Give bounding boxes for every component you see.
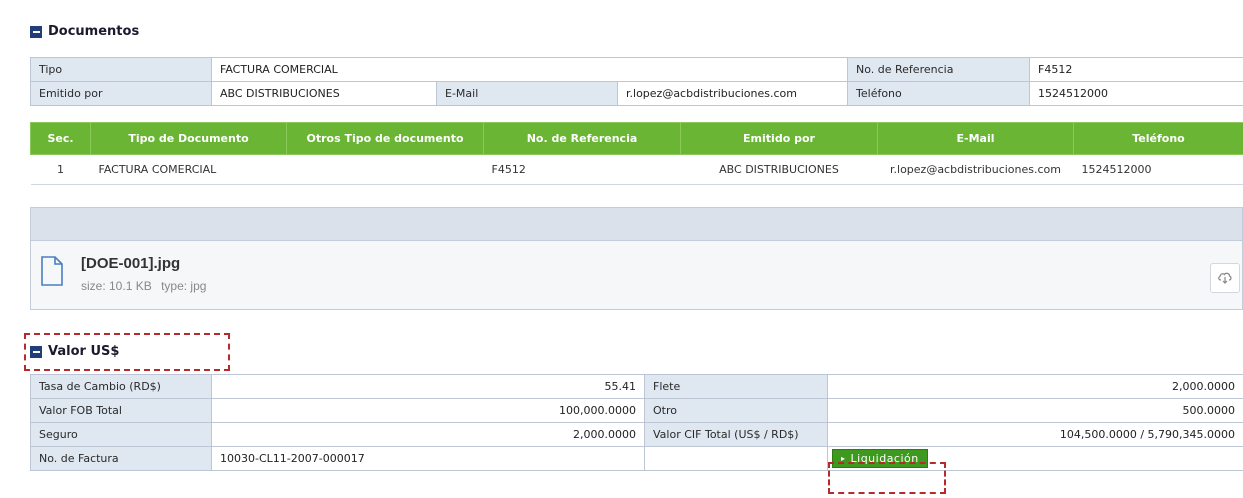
documentos-section-header: Documentos xyxy=(30,24,139,39)
tipo-value: FACTURA COMERCIAL xyxy=(210,57,849,82)
collapse-toggle-documentos[interactable] xyxy=(30,25,42,38)
download-button[interactable] xyxy=(1210,263,1240,293)
col-header-sec[interactable]: Sec. xyxy=(30,122,91,155)
attachment-file-name[interactable]: [DOE-001].jpg xyxy=(81,255,180,272)
factura-label: No. de Factura xyxy=(30,446,212,471)
emitido-label: Emitido por xyxy=(30,81,212,106)
documents-grid: Sec. Tipo de Documento Otros Tipo de doc… xyxy=(30,122,1243,185)
grid-header-row: Sec. Tipo de Documento Otros Tipo de doc… xyxy=(30,122,1243,155)
factura-value: 10030-CL11-2007-000017 xyxy=(211,446,645,471)
cell-emitido: ABC DISTRIBUCIONES xyxy=(680,154,878,185)
ref-value: F4512 xyxy=(1029,57,1243,82)
col-header-otros[interactable]: Otros Tipo de documento xyxy=(286,122,484,155)
col-header-emitido[interactable]: Emitido por xyxy=(680,122,878,155)
liquidacion-highlight xyxy=(828,462,946,494)
cell-tipo: FACTURA COMERCIAL xyxy=(90,154,287,185)
telefono-value: 1524512000 xyxy=(1029,81,1243,106)
flete-value: 2,000.0000 xyxy=(827,374,1243,399)
cell-telefono: 1524512000 xyxy=(1073,154,1243,185)
attachment-type: type: jpg xyxy=(161,279,207,293)
fob-value: 100,000.0000 xyxy=(211,398,645,423)
valor-form: Tasa de Cambio (RD$) 55.41 Flete 2,000.0… xyxy=(30,374,1243,471)
flete-label: Flete xyxy=(644,374,828,399)
col-header-tipo[interactable]: Tipo de Documento xyxy=(90,122,287,155)
col-header-email[interactable]: E-Mail xyxy=(877,122,1074,155)
attachment-meta: size: 10.1 KB type: jpg xyxy=(81,279,212,293)
col-header-referencia[interactable]: No. de Referencia xyxy=(483,122,681,155)
tasa-value: 55.41 xyxy=(211,374,645,399)
table-row[interactable]: 1 FACTURA COMERCIAL F4512 ABC DISTRIBUCI… xyxy=(30,154,1243,185)
col-header-telefono[interactable]: Teléfono xyxy=(1073,122,1243,155)
documentos-title: Documentos xyxy=(48,24,140,39)
fob-label: Valor FOB Total xyxy=(30,398,212,423)
cell-referencia: F4512 xyxy=(483,154,681,185)
documentos-form: Tipo FACTURA COMERCIAL No. de Referencia… xyxy=(30,57,1243,106)
emitido-value: ABC DISTRIBUCIONES xyxy=(211,81,437,106)
cell-otros xyxy=(286,154,484,185)
cloud-download-icon xyxy=(1218,272,1232,284)
cif-label: Valor CIF Total (US$ / RD$) xyxy=(644,422,828,447)
cell-sec: 1 xyxy=(30,154,91,185)
seguro-value: 2,000.0000 xyxy=(211,422,645,447)
attachment-toolbar xyxy=(31,208,1242,241)
attachment-panel: [DOE-001].jpg size: 10.1 KB type: jpg xyxy=(30,207,1243,310)
email-label: E-Mail xyxy=(436,81,618,106)
seguro-label: Seguro xyxy=(30,422,212,447)
ref-label: No. de Referencia xyxy=(847,57,1031,82)
collapse-toggle-valor[interactable] xyxy=(30,345,42,358)
telefono-label: Teléfono xyxy=(847,81,1031,106)
cell-email: r.lopez@acbdistribuciones.com xyxy=(877,154,1074,185)
otro-label: Otro xyxy=(644,398,828,423)
empty-cell xyxy=(644,446,828,471)
valor-title: Valor US$ xyxy=(48,344,120,359)
valor-section-header: Valor US$ xyxy=(30,344,119,359)
cif-value: 104,500.0000 / 5,790,345.0000 xyxy=(827,422,1243,447)
attachment-size: size: 10.1 KB xyxy=(81,279,152,293)
file-icon xyxy=(41,256,63,286)
otro-value: 500.0000 xyxy=(827,398,1243,423)
tasa-label: Tasa de Cambio (RD$) xyxy=(30,374,212,399)
email-value: r.lopez@acbdistribuciones.com xyxy=(616,81,849,106)
tipo-label: Tipo xyxy=(30,57,212,82)
